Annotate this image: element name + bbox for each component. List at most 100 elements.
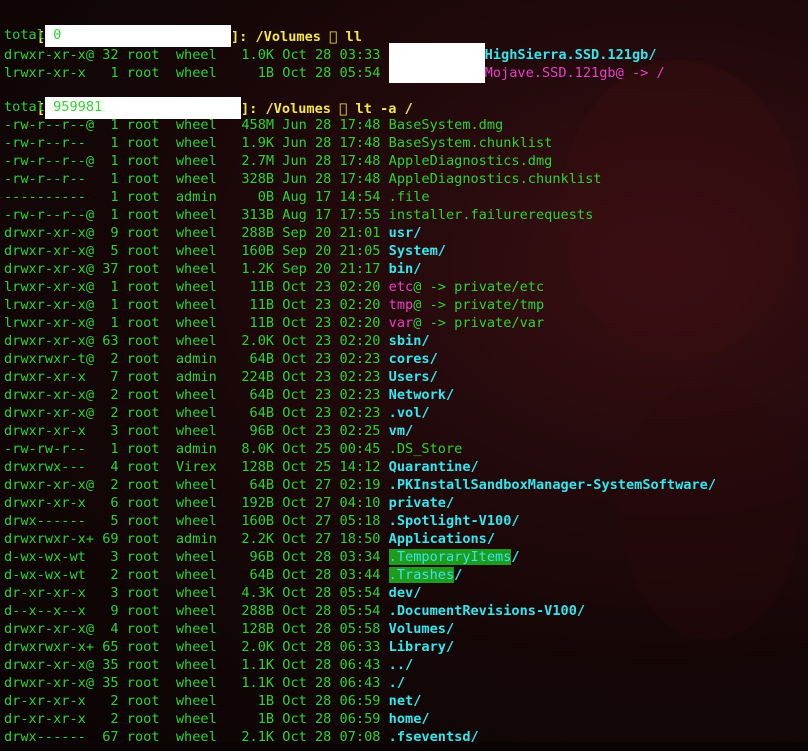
file-name: Applications/ — [388, 531, 496, 547]
row-meta: drwxr-xr-x@ 2 root wheel 64B Oct 27 02:1… — [4, 477, 389, 493]
highlighted-dir-name: .TemporaryItems — [388, 549, 512, 565]
listing-row: dr-xr-xr-x 2 root wheel 1B Oct 28 06:59 … — [4, 692, 808, 710]
row-meta: -rw-r--r--@ 1 root wheel 458M Jun 28 17:… — [4, 117, 389, 133]
row-meta: drwxr-xr-x 3 root wheel 96B Oct 23 02:25 — [4, 423, 389, 439]
file-name: .Spotlight-V100/ — [388, 513, 520, 529]
file-name: vm/ — [388, 423, 414, 439]
dir-slash: / — [454, 567, 463, 583]
row-meta: lrwxr-xr-x 1 root wheel 1B Oct 28 05:54 — [4, 65, 389, 81]
highlighted-dir-name: .Trashes — [388, 567, 455, 583]
row-meta: drwxr-xr-x@ 2 root wheel 64B Oct 23 02:2… — [4, 405, 389, 421]
symlink-name: var — [388, 315, 414, 331]
listing-row: drwxr-xr-x@ 2 root wheel 64B Oct 23 02:2… — [4, 386, 808, 404]
listing-row: -rw-r--r--@ 1 root wheel 458M Jun 28 17:… — [4, 116, 808, 134]
listing-row: -rw-r--r-- 1 root wheel 328B Jun 28 17:4… — [4, 170, 808, 188]
listing-row: lrwxr-xr-x@ 1 root wheel 11B Oct 23 02:2… — [4, 278, 808, 296]
listing-row: drwxrwxr-x+ 69 root admin 2.2K Oct 27 18… — [4, 530, 808, 548]
row-meta: drwxrwxr-t@ 2 root admin 64B Oct 23 02:2… — [4, 351, 389, 367]
listing-row: -rw-r--r--@ 1 root wheel 2.7M Jun 28 17:… — [4, 152, 808, 170]
prompt-line: []: /Volumes  lt -a / — [4, 80, 808, 119]
file-name: .DocumentRevisions-V100/ — [388, 603, 586, 619]
row-meta: drwxr-xr-x@ 5 root wheel 160B Sep 20 21:… — [4, 243, 389, 259]
row-meta: drwxr-xr-x@ 9 root wheel 288B Sep 20 21:… — [4, 225, 389, 241]
file-name: private/ — [388, 495, 455, 511]
file-name: Library/ — [388, 639, 455, 655]
output-total: total 0 — [4, 27, 62, 43]
row-meta: drwxrwxr-x+ 65 root wheel 2.0K Oct 28 06… — [4, 639, 389, 655]
file-name: bin/ — [388, 261, 422, 277]
file-name: .DS_Store — [388, 441, 463, 457]
row-meta: drwxr-xr-x 6 root wheel 192B Oct 27 04:1… — [4, 495, 389, 511]
file-name: Volumes/ — [388, 621, 455, 637]
listing-row: drwxr-xr-x@ 32 root wheel 1.0K Oct 28 03… — [4, 43, 808, 65]
symlink-target: @ -> private/etc — [413, 279, 545, 295]
file-name: .vol/ — [388, 405, 430, 421]
file-name: ./ — [388, 675, 406, 691]
listing-row: drwxr-xr-x@ 2 root wheel 64B Oct 23 02:2… — [4, 404, 808, 422]
file-name: Quarantine/ — [388, 459, 479, 475]
file-name: Users/ — [388, 369, 438, 385]
row-meta: dr-xr-xr-x 2 root wheel 1B Oct 28 06:59 — [4, 693, 389, 709]
row-meta: -rw-r--r--@ 1 root wheel 313B Aug 17 17:… — [4, 207, 389, 223]
file-name: net/ — [388, 693, 422, 709]
row-meta: lrwxr-xr-x@ 1 root wheel 11B Oct 23 02:2… — [4, 315, 389, 331]
listing-row: drwxr-xr-x@ 2 root wheel 64B Oct 27 02:1… — [4, 476, 808, 494]
file-name: Network/ — [388, 387, 455, 403]
listing-row: dr-xr-xr-x 2 root wheel 1B Oct 28 06:59 … — [4, 710, 808, 728]
row-meta: drwxr-xr-x@ 4 root wheel 128B Oct 28 05:… — [4, 621, 389, 637]
listing-row: drwx------ 5 root wheel 160B Oct 27 05:1… — [4, 512, 808, 530]
row-meta: lrwxr-xr-x@ 1 root wheel 11B Oct 23 02:2… — [4, 279, 389, 295]
listing-row: drwxrwx--- 4 root Virex 128B Oct 25 14:1… — [4, 458, 808, 476]
listing-row: d-wx-wx-wt 3 root wheel 96B Oct 28 03:34… — [4, 548, 808, 566]
file-name: BaseSystem.chunklist — [388, 135, 553, 151]
listing-row: -rw-r--r--@ 1 root wheel 313B Aug 17 17:… — [4, 206, 808, 224]
listing-row: drwxr-xr-x@ 35 root wheel 1.1K Oct 28 06… — [4, 656, 808, 674]
file-name: AppleDiagnostics.dmg — [388, 153, 553, 169]
file-name: HighSierra.SSD.121gb/ — [484, 47, 657, 63]
file-name: Mojave.SSD.121gb@ -> / — [484, 65, 665, 81]
row-meta: dr-xr-xr-x 2 root wheel 1B Oct 28 06:59 — [4, 711, 389, 727]
row-meta: drwxrwx--- 4 root Virex 128B Oct 25 14:1… — [4, 459, 389, 475]
row-meta: d-wx-wx-wt 3 root wheel 96B Oct 28 03:34 — [4, 549, 389, 565]
listing-row: drwxr-xr-x@ 37 root wheel 1.2K Sep 20 21… — [4, 260, 808, 278]
symlink-name: etc — [388, 279, 414, 295]
row-meta: drwxrwxr-x+ 69 root admin 2.2K Oct 27 18… — [4, 531, 389, 547]
listing-row: lrwxr-xr-x@ 1 root wheel 11B Oct 23 02:2… — [4, 296, 808, 314]
listing-row: ---------- 1 root admin 0B Aug 17 14:54 … — [4, 188, 808, 206]
row-meta: drwxr-xr-x 7 root admin 224B Oct 23 02:2… — [4, 369, 389, 385]
symlink-target: @ -> private/tmp — [413, 297, 545, 313]
listing-row: -rw-r--r-- 1 root wheel 1.9K Jun 28 17:4… — [4, 134, 808, 152]
row-meta: drwxr-xr-x@ 35 root wheel 1.1K Oct 28 06… — [4, 657, 389, 673]
file-name: installer.failurerequests — [388, 207, 594, 223]
file-name: sbin/ — [388, 333, 430, 349]
row-meta: d-wx-wx-wt 2 root wheel 64B Oct 28 03:44 — [4, 567, 389, 583]
listing-row: drwxr-xr-x 3 root wheel 96B Oct 23 02:25… — [4, 422, 808, 440]
row-meta: -rw-r--r-- 1 root wheel 1.9K Jun 28 17:4… — [4, 135, 389, 151]
row-meta: dr-xr-xr-x 3 root wheel 4.3K Oct 28 05:5… — [4, 585, 389, 601]
listing-row: lrwxr-xr-x 1 root wheel 1B Oct 28 05:54 … — [4, 61, 808, 83]
row-meta: ---------- 1 root admin 0B Aug 17 14:54 — [4, 189, 389, 205]
bottom-cutoff — [0, 742, 808, 751]
file-name: usr/ — [388, 225, 422, 241]
listing-row: dr-xr-xr-x 3 root wheel 4.3K Oct 28 05:5… — [4, 584, 808, 602]
dir-slash: / — [511, 549, 520, 565]
file-name: System/ — [388, 243, 446, 259]
file-name: home/ — [388, 711, 430, 727]
row-meta: drwxr-xr-x@ 63 root wheel 2.0K Oct 23 02… — [4, 333, 389, 349]
file-name: AppleDiagnostics.chunklist — [388, 171, 602, 187]
listing-row: lrwxr-xr-x@ 1 root wheel 11B Oct 23 02:2… — [4, 314, 808, 332]
listing-row: drwxr-xr-x 7 root admin 224B Oct 23 02:2… — [4, 368, 808, 386]
terminal-output: []: /Volumes  ll total 0 drwxr-xr-x@ 32… — [4, 8, 808, 746]
row-meta: -rw-r--r--@ 1 root wheel 2.7M Jun 28 17:… — [4, 153, 389, 169]
output-total: total 959981 — [4, 99, 103, 115]
row-meta: -rw-rw-r-- 1 root admin 8.0K Oct 25 00:4… — [4, 441, 389, 457]
file-name: cores/ — [388, 351, 438, 367]
listing-row: drwxr-xr-x@ 5 root wheel 160B Sep 20 21:… — [4, 242, 808, 260]
symlink-target: @ -> private/var — [413, 315, 545, 331]
row-meta: -rw-r--r-- 1 root wheel 328B Jun 28 17:4… — [4, 171, 389, 187]
listing-row: drwxr-xr-x@ 9 root wheel 288B Sep 20 21:… — [4, 224, 808, 242]
listing-row: drwxrwxr-x+ 65 root wheel 2.0K Oct 28 06… — [4, 638, 808, 656]
listing-row: d-wx-wx-wt 2 root wheel 64B Oct 28 03:44… — [4, 566, 808, 584]
file-name: .PKInstallSandboxManager-SystemSoftware/ — [388, 477, 717, 493]
row-meta: drwxr-xr-x@ 2 root wheel 64B Oct 23 02:2… — [4, 387, 389, 403]
